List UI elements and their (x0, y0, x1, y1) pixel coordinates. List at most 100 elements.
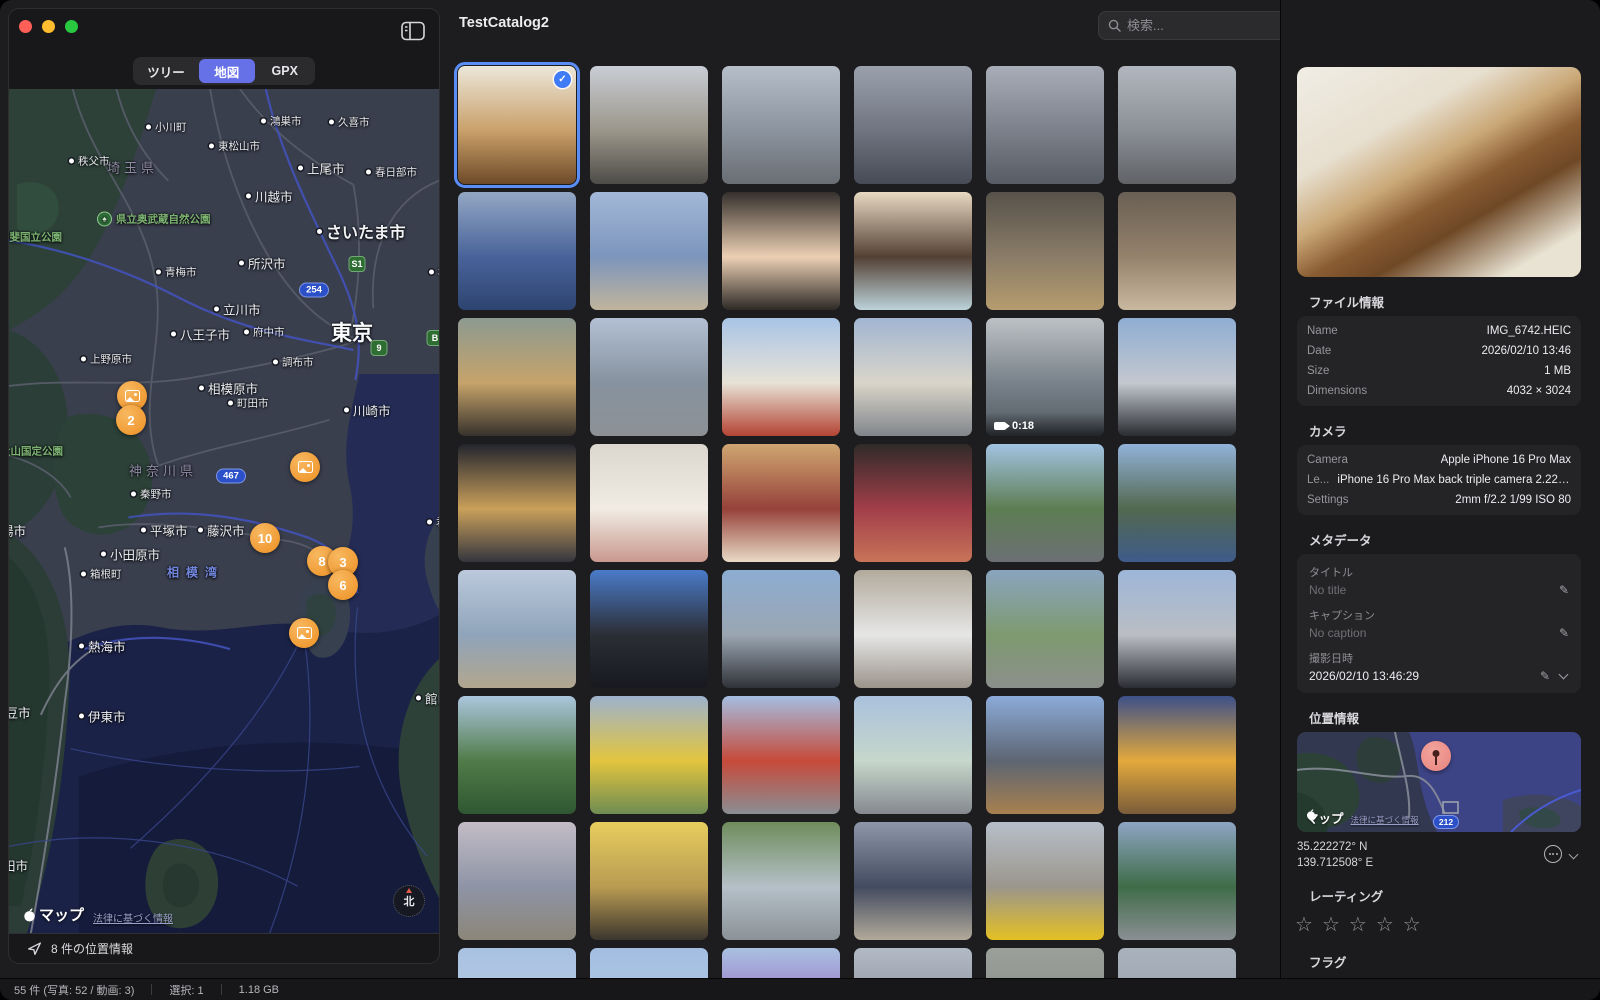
photo-preview[interactable] (1297, 67, 1581, 277)
info-row: Dimensions4032 × 3024 (1307, 381, 1571, 401)
sidebar-toggle-icon[interactable] (401, 21, 425, 41)
photo-thumbnail[interactable] (986, 66, 1104, 184)
photo-thumbnail[interactable] (590, 444, 708, 562)
photo-grid: ✓ 0:18 (458, 66, 1236, 1000)
photo-thumbnail[interactable] (854, 192, 972, 310)
tab-GPX[interactable]: GPX (257, 59, 313, 83)
photo-thumbnail[interactable] (458, 822, 576, 940)
location-more-icon[interactable] (1544, 845, 1562, 863)
compass-control[interactable]: 北 (393, 885, 425, 917)
photo-cluster-marker[interactable] (289, 618, 319, 648)
photo-thumbnail[interactable] (590, 318, 708, 436)
minimize-button[interactable] (42, 20, 55, 33)
photo-thumbnail[interactable]: ✓ (458, 66, 576, 184)
video-duration-badge: 0:18 (986, 412, 1104, 436)
chevron-down-icon[interactable] (1569, 849, 1579, 859)
map-view[interactable]: 小川町東松山市鴻巣市久喜市秩父市埼玉県上尾市春日部市川越市♠県立奥武蔵自然公園さ… (9, 89, 439, 933)
rating-star[interactable]: ☆ (1322, 912, 1340, 937)
tab-ツリー[interactable]: ツリー (135, 59, 197, 83)
rating-star[interactable]: ☆ (1349, 912, 1367, 937)
section-title-file-info: ファイル情報 (1309, 292, 1600, 311)
info-row: Date2026/02/10 13:46 (1307, 341, 1571, 361)
photo-thumbnail[interactable] (722, 444, 840, 562)
photo-count-marker[interactable]: 10 (250, 523, 280, 553)
photo-thumbnail[interactable] (590, 570, 708, 688)
rating-star[interactable]: ☆ (1403, 912, 1421, 937)
map-markers: 210836 (9, 89, 439, 933)
photo-thumbnail[interactable] (722, 822, 840, 940)
photo-count-marker[interactable]: 6 (328, 570, 358, 600)
photo-thumbnail[interactable] (1118, 570, 1236, 688)
location-minimap[interactable]: 212 マップ 法律に基づく情報 (1297, 732, 1581, 832)
photo-icon (298, 461, 313, 473)
photo-thumbnail[interactable] (722, 318, 840, 436)
info-row: NameIMG_6742.HEIC (1307, 321, 1571, 341)
photo-thumbnail[interactable] (986, 696, 1104, 814)
photo-thumbnail[interactable] (722, 66, 840, 184)
section-title-rating: レーティング (1309, 886, 1600, 905)
photo-thumbnail[interactable] (986, 192, 1104, 310)
info-row: Le...iPhone 16 Pro Max back triple camer… (1307, 470, 1571, 490)
photo-thumbnail[interactable] (854, 696, 972, 814)
edit-pencil-icon[interactable]: ✎ (1559, 583, 1569, 597)
rating-star[interactable]: ☆ (1376, 912, 1394, 937)
photo-thumbnail[interactable] (590, 192, 708, 310)
photo-thumbnail[interactable] (1118, 444, 1236, 562)
tab-地図[interactable]: 地図 (199, 59, 255, 83)
rating-star[interactable]: ☆ (1295, 912, 1313, 937)
status-item: 1.18 GB (239, 984, 279, 996)
photo-thumbnail[interactable] (986, 570, 1104, 688)
photo-thumbnail[interactable] (1118, 66, 1236, 184)
map-pin-icon (1421, 741, 1451, 771)
status-item: 55 件 (写真: 52 / 動画: 3) (14, 982, 134, 998)
edit-pencil-icon[interactable]: ✎ (1540, 669, 1550, 683)
search-icon (1108, 19, 1121, 32)
photo-thumbnail[interactable] (1118, 318, 1236, 436)
photo-thumbnail[interactable] (458, 192, 576, 310)
photo-thumbnail[interactable] (854, 822, 972, 940)
photo-thumbnail[interactable]: 0:18 (986, 318, 1104, 436)
metadata-card: タイトルNo title✎キャプションNo caption✎撮影日時2026/0… (1297, 554, 1581, 693)
photo-thumbnail[interactable] (722, 696, 840, 814)
photo-count-marker[interactable]: 2 (116, 405, 146, 435)
chevron-down-icon[interactable] (1559, 670, 1569, 680)
info-row: Settings2mm f/2.2 1/99 ISO 80 (1307, 490, 1571, 510)
edit-pencil-icon[interactable]: ✎ (1559, 626, 1569, 640)
photo-thumbnail[interactable] (458, 444, 576, 562)
legal-link[interactable]: 法律に基づく情報 (1351, 814, 1419, 826)
photo-thumbnail[interactable] (854, 66, 972, 184)
metadata-field: タイトルNo title✎ (1307, 559, 1571, 602)
section-title-metadata: メタデータ (1309, 530, 1600, 549)
photo-thumbnail[interactable] (458, 696, 576, 814)
photo-thumbnail[interactable] (1118, 192, 1236, 310)
section-title-camera: カメラ (1309, 421, 1600, 440)
photo-thumbnail[interactable] (986, 444, 1104, 562)
catalog-title: TestCatalog2 (459, 15, 549, 31)
status-divider (221, 984, 222, 995)
photo-thumbnail[interactable] (854, 318, 972, 436)
photo-thumbnail[interactable] (458, 570, 576, 688)
metadata-field: キャプションNo caption✎ (1307, 602, 1571, 645)
photo-thumbnail[interactable] (590, 696, 708, 814)
photo-thumbnail[interactable] (854, 444, 972, 562)
photo-thumbnail[interactable] (854, 570, 972, 688)
photo-thumbnail[interactable] (722, 192, 840, 310)
photo-thumbnail[interactable] (1118, 696, 1236, 814)
rating-stars: ☆ ☆ ☆ ☆ ☆ (1295, 912, 1600, 937)
photo-cluster-marker[interactable] (290, 452, 320, 482)
photo-thumbnail[interactable] (590, 66, 708, 184)
info-row: Size1 MB (1307, 361, 1571, 381)
longitude-value: 139.712508° E (1297, 855, 1581, 871)
photo-thumbnail[interactable] (986, 822, 1104, 940)
photo-thumbnail[interactable] (722, 570, 840, 688)
photo-thumbnail[interactable] (590, 822, 708, 940)
photo-thumbnail[interactable] (458, 318, 576, 436)
legal-link[interactable]: 法律に基づく情報 (93, 910, 173, 925)
file-info-card: NameIMG_6742.HEICDate2026/02/10 13:46Siz… (1297, 316, 1581, 406)
zoom-button[interactable] (65, 20, 78, 33)
left-panel: ツリー地図GPX (8, 8, 440, 964)
photo-thumbnail[interactable] (1118, 822, 1236, 940)
apple-maps-logo: マップ (1306, 808, 1344, 827)
close-button[interactable] (19, 20, 32, 33)
metadata-field: 撮影日時2026/02/10 13:46:29✎ (1307, 645, 1571, 688)
